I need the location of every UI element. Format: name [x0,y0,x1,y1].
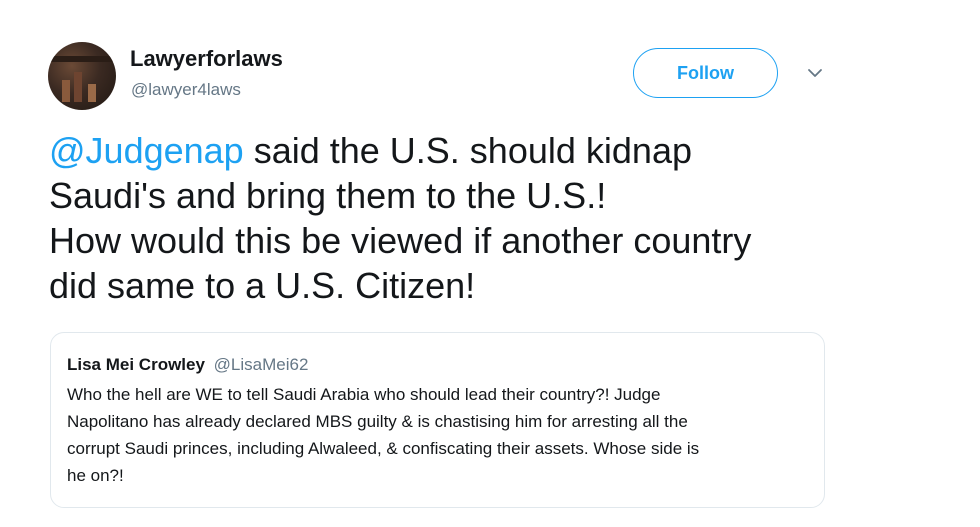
quoted-text-line: Who the hell are WE to tell Saudi Arabia… [67,385,661,404]
mention-link[interactable]: @Judgenap [49,130,244,171]
tweet-text: @Judgenap said the U.S. should kidnap Sa… [49,128,869,308]
follow-button[interactable]: Follow [633,48,778,98]
quoted-tweet-card[interactable]: Lisa Mei Crowley @LisaMei62 Who the hell… [50,332,825,508]
tweet-text-line: Saudi's and bring them to the U.S.! [49,175,607,216]
avatar[interactable] [48,42,116,110]
quoted-author-name: Lisa Mei Crowley [67,355,205,374]
tweet-text-line: How would this be viewed if another coun… [49,220,752,261]
chevron-down-icon[interactable] [806,66,824,80]
avatar-image-detail [74,72,82,102]
quoted-text-line: Napolitano has already declared MBS guil… [67,412,688,431]
quoted-author-handle: @LisaMei62 [213,355,309,374]
author-handle[interactable]: @lawyer4laws [131,80,241,100]
quoted-tweet-header: Lisa Mei Crowley @LisaMei62 [67,355,308,375]
author-display-name[interactable]: Lawyerforlaws [130,46,283,72]
avatar-image-detail [48,56,116,62]
tweet-text-segment: said the U.S. should kidnap [243,130,692,171]
avatar-image-detail [62,80,70,102]
quoted-text-line: corrupt Saudi princes, including Alwalee… [67,439,700,458]
quoted-tweet-text: Who the hell are WE to tell Saudi Arabia… [67,381,812,489]
quoted-text-line: he on?! [67,466,124,485]
tweet-text-line: did same to a U.S. Citizen! [49,265,476,306]
tweet-text-line: @Judgenap said the U.S. should kidnap [49,128,869,173]
avatar-image-detail [88,84,96,102]
